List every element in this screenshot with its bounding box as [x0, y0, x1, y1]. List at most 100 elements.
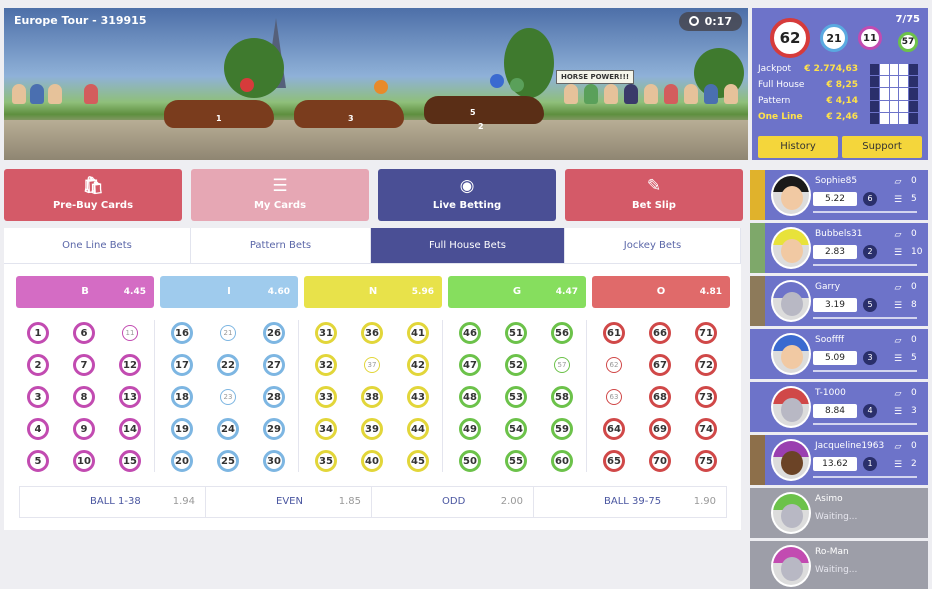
column-header-o[interactable]: O 4.81 — [592, 276, 730, 308]
bet-ball-39-75[interactable]: BALL 39-75 1.90 — [534, 487, 726, 517]
history-button[interactable]: History — [758, 136, 838, 158]
bingo-number[interactable]: 70 — [649, 450, 671, 472]
tab-my-cards[interactable]: ☰ My Cards — [191, 169, 369, 221]
bingo-number[interactable]: 25 — [217, 450, 239, 472]
bingo-number[interactable]: 1 — [27, 322, 49, 344]
bingo-number[interactable]: 40 — [361, 450, 383, 472]
subtab-full-house-bets[interactable]: Full House Bets — [371, 228, 565, 264]
bingo-number[interactable]: 69 — [649, 418, 671, 440]
bingo-number[interactable]: 21 — [220, 325, 236, 341]
bingo-number[interactable]: 22 — [217, 354, 239, 376]
horse-number: 1 — [216, 114, 222, 123]
bingo-number[interactable]: 56 — [551, 322, 573, 344]
tab-pre-buy-cards[interactable]: 🛍 Pre-Buy Cards — [4, 169, 182, 221]
bingo-number[interactable]: 58 — [551, 386, 573, 408]
bingo-number[interactable]: 24 — [217, 418, 239, 440]
bingo-number[interactable]: 19 — [171, 418, 193, 440]
bingo-number[interactable]: 45 — [407, 450, 429, 472]
bingo-number[interactable]: 36 — [361, 322, 383, 344]
column-header-n[interactable]: N 5.96 — [304, 276, 442, 308]
bingo-number[interactable]: 28 — [263, 386, 285, 408]
support-button[interactable]: Support — [842, 136, 922, 158]
bingo-number[interactable]: 59 — [551, 418, 573, 440]
bingo-number[interactable]: 7 — [73, 354, 95, 376]
bingo-number[interactable]: 23 — [220, 389, 236, 405]
column-header-i[interactable]: I 4.60 — [160, 276, 298, 308]
bingo-number[interactable]: 18 — [171, 386, 193, 408]
player-progress-line — [813, 476, 917, 478]
bet-even[interactable]: EVEN 1.85 — [206, 487, 372, 517]
bingo-number[interactable]: 62 — [606, 357, 622, 373]
bingo-number[interactable]: 26 — [263, 322, 285, 344]
bingo-number[interactable]: 63 — [606, 389, 622, 405]
column-header-b[interactable]: B 4.45 — [16, 276, 154, 308]
bingo-number[interactable]: 16 — [171, 322, 193, 344]
bingo-number[interactable]: 9 — [73, 418, 95, 440]
bingo-number[interactable]: 27 — [263, 354, 285, 376]
bingo-number[interactable]: 73 — [695, 386, 717, 408]
bingo-number[interactable]: 57 — [554, 357, 570, 373]
bingo-number[interactable]: 20 — [171, 450, 193, 472]
bingo-number[interactable]: 12 — [119, 354, 141, 376]
bingo-number[interactable]: 3 — [27, 386, 49, 408]
bingo-number[interactable]: 53 — [505, 386, 527, 408]
bingo-number[interactable]: 71 — [695, 322, 717, 344]
bingo-number[interactable]: 17 — [171, 354, 193, 376]
bingo-number[interactable]: 33 — [315, 386, 337, 408]
bingo-number[interactable]: 72 — [695, 354, 717, 376]
bingo-number[interactable]: 49 — [459, 418, 481, 440]
bingo-number[interactable]: 6 — [73, 322, 95, 344]
bingo-number[interactable]: 32 — [315, 354, 337, 376]
bingo-number[interactable]: 14 — [119, 418, 141, 440]
bingo-number[interactable]: 8 — [73, 386, 95, 408]
bingo-number[interactable]: 54 — [505, 418, 527, 440]
subtab-one-line-bets[interactable]: One Line Bets — [4, 228, 191, 264]
bingo-number[interactable]: 38 — [361, 386, 383, 408]
subtab-pattern-bets[interactable]: Pattern Bets — [191, 228, 371, 264]
bingo-number[interactable]: 2 — [27, 354, 49, 376]
bingo-number[interactable]: 44 — [407, 418, 429, 440]
bingo-number[interactable]: 75 — [695, 450, 717, 472]
bingo-number[interactable]: 65 — [603, 450, 625, 472]
bingo-number[interactable]: 47 — [459, 354, 481, 376]
bingo-number[interactable]: 31 — [315, 322, 337, 344]
bingo-number[interactable]: 66 — [649, 322, 671, 344]
bingo-number[interactable]: 34 — [315, 418, 337, 440]
latest-ball: 62 — [770, 18, 810, 58]
bingo-number[interactable]: 42 — [407, 354, 429, 376]
bingo-number[interactable]: 11 — [122, 325, 138, 341]
bingo-number[interactable]: 48 — [459, 386, 481, 408]
tab-live-betting[interactable]: ◉ Live Betting — [378, 169, 556, 221]
bingo-number[interactable]: 60 — [551, 450, 573, 472]
bingo-number[interactable]: 30 — [263, 450, 285, 472]
bingo-number[interactable]: 13 — [119, 386, 141, 408]
bingo-number[interactable]: 74 — [695, 418, 717, 440]
bet-odd[interactable]: ODD 2.00 — [372, 487, 534, 517]
ticket-icon: ▱ — [894, 283, 902, 293]
bingo-number[interactable]: 41 — [407, 322, 429, 344]
bingo-number[interactable]: 61 — [603, 322, 625, 344]
subtab-jockey-bets[interactable]: Jockey Bets — [565, 228, 741, 264]
bingo-number[interactable]: 68 — [649, 386, 671, 408]
bingo-number[interactable]: 35 — [315, 450, 337, 472]
bingo-number[interactable]: 4 — [27, 418, 49, 440]
bingo-number[interactable]: 51 — [505, 322, 527, 344]
bingo-number[interactable]: 67 — [649, 354, 671, 376]
bingo-number[interactable]: 15 — [119, 450, 141, 472]
bet-odds: 1.90 — [693, 496, 716, 507]
bingo-number[interactable]: 39 — [361, 418, 383, 440]
bet-ball-1-38[interactable]: BALL 1-38 1.94 — [20, 487, 206, 517]
bingo-number[interactable]: 10 — [73, 450, 95, 472]
bingo-number[interactable]: 37 — [364, 357, 380, 373]
bingo-number[interactable]: 5 — [27, 450, 49, 472]
bingo-number[interactable]: 64 — [603, 418, 625, 440]
bet-label: EVEN — [276, 496, 303, 507]
bingo-number[interactable]: 55 — [505, 450, 527, 472]
bingo-number[interactable]: 29 — [263, 418, 285, 440]
bingo-number[interactable]: 52 — [505, 354, 527, 376]
bingo-number[interactable]: 50 — [459, 450, 481, 472]
bingo-number[interactable]: 43 — [407, 386, 429, 408]
tab-bet-slip[interactable]: ✎ Bet Slip — [565, 169, 743, 221]
column-header-g[interactable]: G 4.47 — [448, 276, 586, 308]
bingo-number[interactable]: 46 — [459, 322, 481, 344]
